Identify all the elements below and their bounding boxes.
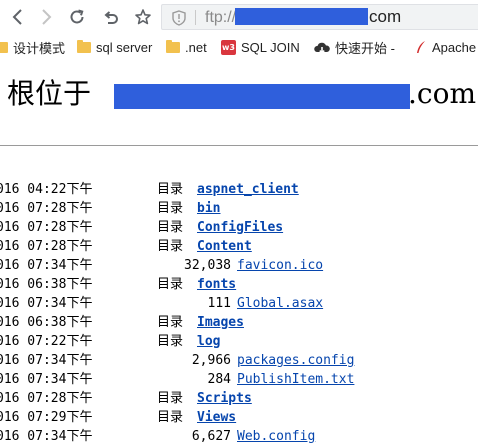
page-title-prefix: 根位于 (7, 77, 92, 110)
directory-link[interactable]: aspnet_client (197, 180, 299, 199)
file-link[interactable]: Global.asax (237, 294, 323, 313)
listing-row: 016 07:34下午 111 Global.asax (0, 294, 478, 313)
listing-row: 016 07:28下午 目录 ConfigFiles (0, 218, 478, 237)
bookmark-dotnet[interactable]: .net (166, 37, 207, 57)
entry-date: 016 06:38下午 (0, 315, 93, 330)
heading-redaction (114, 84, 410, 109)
entry-type-label: 目录 (157, 315, 184, 330)
directory-link[interactable]: bin (197, 199, 220, 218)
entry-type-label: 目录 (157, 334, 184, 349)
bookmark-star-button[interactable] (131, 5, 155, 29)
entry-date: 016 07:34下午 (0, 353, 93, 368)
bookmark-label: 快速开始 - (335, 40, 395, 56)
directory-link[interactable]: Views (197, 408, 236, 427)
bookmark-sql-join[interactable]: w3 SQL JOIN (221, 37, 300, 57)
entry-size: 32,038 (184, 258, 231, 273)
bookmark-label: Apache (432, 39, 477, 55)
entry-type-label: 目录 (157, 239, 184, 254)
bookmark-label: sql server (96, 39, 153, 55)
reload-button[interactable] (65, 5, 89, 29)
entry-date: 016 07:34下午 (0, 296, 93, 311)
listing-row: 016 07:28下午 目录 Scripts (0, 389, 478, 408)
entry-date: 016 07:29下午 (0, 410, 93, 425)
bookmark-sql-server[interactable]: sql server (77, 37, 152, 57)
entry-type-label: 目录 (157, 391, 184, 406)
file-link[interactable]: Web.config (237, 427, 315, 446)
directory-link[interactable]: fonts (197, 275, 236, 294)
listing-row: 016 07:34下午 284 PublishItem.txt (0, 370, 478, 389)
listing-row: 016 07:22下午 目录 log (0, 332, 478, 351)
entry-size: 111 (207, 296, 231, 311)
entry-date: 016 07:28下午 (0, 391, 93, 406)
folder-icon (166, 39, 180, 53)
bookmark-design-patterns[interactable]: 设计模式 (0, 37, 65, 57)
directory-link[interactable]: Images (197, 313, 244, 332)
listing-row: 016 07:34下午 6,627 Web.config (0, 427, 478, 446)
url-suffix: com (369, 7, 402, 26)
cloud-download-icon (314, 42, 330, 54)
listing-row: 016 07:29下午 目录 Views (0, 408, 478, 427)
entry-date: 016 07:34下午 (0, 372, 93, 387)
entry-date: 016 07:34下午 (0, 258, 93, 273)
listing-row: 016 06:38下午 目录 Images (0, 313, 478, 332)
undo-button[interactable] (99, 5, 123, 29)
entry-date: 016 07:34下午 (0, 429, 93, 444)
bookmarks-bar: 设计模式 sql server .net w3 SQL JOIN 快速开始 - … (0, 34, 478, 60)
entry-size: 6,627 (191, 429, 231, 444)
star-icon (135, 9, 151, 25)
address-separator (195, 10, 196, 25)
listing-row: 016 07:34下午 32,038 favicon.ico (0, 256, 478, 275)
listing-row: 016 06:38下午 目录 fonts (0, 275, 478, 294)
apache-feather-icon (417, 41, 425, 53)
entry-date: 016 06:38下午 (0, 277, 93, 292)
bookmark-label: .net (185, 39, 207, 55)
folder-icon (77, 39, 91, 53)
directory-link[interactable]: ConfigFiles (197, 218, 283, 237)
directory-link[interactable]: Scripts (197, 389, 252, 408)
entry-date: 016 07:22下午 (0, 334, 93, 349)
url-redaction (235, 8, 368, 25)
undo-icon (104, 11, 118, 24)
back-button[interactable] (6, 5, 30, 29)
directory-link[interactable]: log (197, 332, 220, 351)
forward-button[interactable] (34, 5, 58, 29)
entry-type-label: 目录 (157, 410, 184, 425)
listing-row: 016 07:28下午 目录 bin (0, 199, 478, 218)
bookmark-apache[interactable]: Apache (415, 37, 476, 57)
entry-type-label: 目录 (157, 201, 184, 216)
entry-date: 016 04:22下午 (0, 182, 93, 197)
entry-date: 016 07:28下午 (0, 220, 93, 235)
file-link[interactable]: packages.config (237, 351, 354, 370)
entry-date: 016 07:28下午 (0, 239, 93, 254)
directory-listing: 016 04:22下午 目录 aspnet_client 016 07:28下午 目录 b… (0, 180, 478, 446)
file-link[interactable]: PublishItem.txt (237, 370, 354, 389)
horizontal-divider (0, 145, 478, 146)
listing-row: 016 04:22下午 目录 aspnet_client (0, 180, 478, 199)
bookmark-quick-start[interactable]: 快速开始 - (314, 37, 395, 57)
entry-size: 284 (207, 372, 231, 387)
bookmark-label: SQL JOIN (241, 39, 300, 55)
listing-row: 016 07:34下午 2,966 packages.config (0, 351, 478, 370)
entry-date: 016 07:28下午 (0, 201, 93, 216)
shield-icon (172, 10, 186, 26)
url-prefix: ftp:// (205, 9, 237, 26)
browser-toolbar: ftp:// com (0, 0, 478, 34)
entry-type-label: 目录 (157, 182, 184, 197)
reload-icon (70, 9, 84, 24)
w3schools-icon: w3 (221, 39, 236, 55)
entry-type-label: 目录 (157, 277, 184, 292)
entry-type-label: 目录 (157, 220, 184, 235)
page-title: 根位于 (7, 76, 91, 112)
forward-arrow-icon (42, 9, 52, 25)
listing-row: 016 07:28下午 目录 Content (0, 237, 478, 256)
back-arrow-icon (12, 9, 22, 25)
entry-size: 2,966 (191, 353, 231, 368)
file-link[interactable]: favicon.ico (237, 256, 323, 275)
bookmark-label: 设计模式 (13, 40, 66, 56)
directory-link[interactable]: Content (197, 237, 252, 256)
folder-icon (0, 41, 8, 53)
page-title-suffix: .com (408, 77, 476, 110)
